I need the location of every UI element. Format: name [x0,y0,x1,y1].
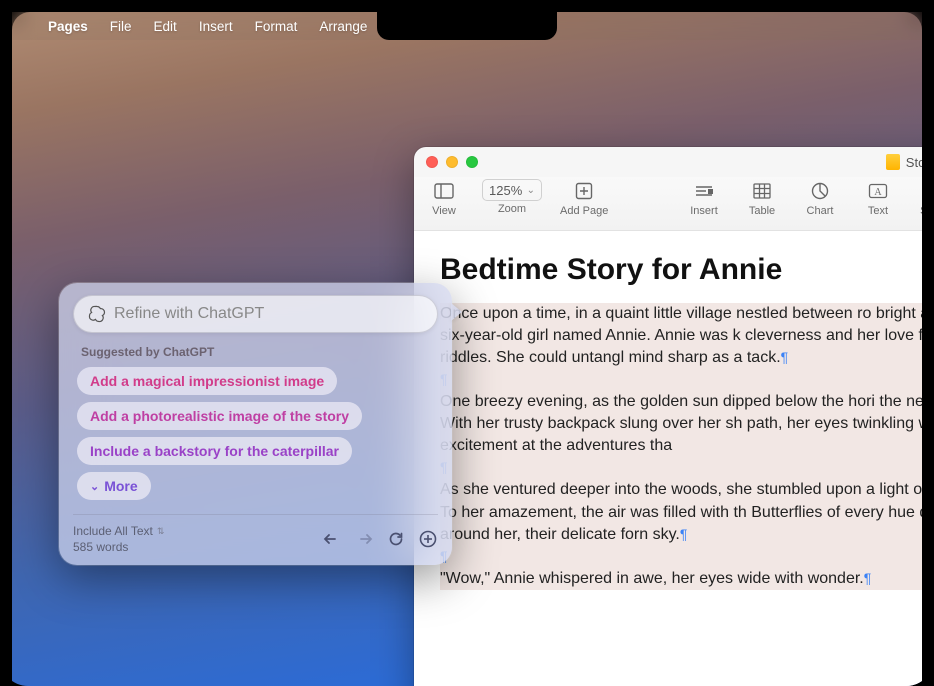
refresh-button[interactable] [386,531,406,547]
zoom-window-button[interactable] [466,156,478,168]
document-title: Bedtime Story for Annie [440,253,922,287]
toolbar: View 125% ⌄ Zoom Add Page [414,177,922,231]
traffic-lights [426,156,478,168]
chart-pie-icon [805,179,835,203]
undo-button[interactable] [322,532,342,546]
tool-text[interactable]: A Text [858,179,898,217]
tool-zoom[interactable]: 125% ⌄ Zoom [482,179,542,215]
include-scope-selector[interactable]: Include All Text ⇅ [73,523,164,539]
paragraph: As she ventured deeper into the woods, s… [440,479,922,545]
more-suggestions-button[interactable]: ⌄ More [77,472,151,500]
paragraph: One breezy evening, as the golden sun di… [440,391,922,457]
paragraph: Once upon a time, in a quaint little vil… [440,303,922,369]
empty-line: ¶ [440,546,922,568]
document-name[interactable]: Story [906,155,922,170]
suggested-label: Suggested by ChatGPT [81,345,438,359]
menu-file[interactable]: File [110,19,132,34]
menu-edit[interactable]: Edit [154,19,177,34]
refine-input-container[interactable] [73,295,438,333]
tool-insert[interactable]: Insert [684,179,724,217]
close-button[interactable] [426,156,438,168]
chevron-down-icon: ⌄ [527,185,535,196]
tool-add-page[interactable]: Add Page [560,179,608,217]
svg-text:A: A [874,187,882,198]
pilcrow-icon: ¶ [781,349,789,365]
insert-icon [689,179,719,203]
paragraph: "Wow," Annie whispered in awe, her eyes … [440,568,922,590]
tool-shape[interactable]: Shape [916,179,922,217]
minimize-button[interactable] [446,156,458,168]
table-icon [747,179,777,203]
pages-window: Story — Edited View 125% ⌄ Z [414,147,922,686]
empty-line: ¶ [440,369,922,391]
menu-format[interactable]: Format [255,19,298,34]
suggestion-chip[interactable]: Include a backstory for the caterpillar [77,437,352,465]
plus-square-icon [569,179,599,203]
suggestion-chip[interactable]: Add a photorealistic image of the story [77,402,362,430]
menu-arrange[interactable]: Arrange [319,19,367,34]
tool-table[interactable]: Table [742,179,782,217]
menu-insert[interactable]: Insert [199,19,233,34]
tool-view[interactable]: View [424,179,464,217]
empty-line: ¶ [440,457,922,479]
document-icon [886,154,900,170]
refine-input[interactable] [114,305,423,323]
add-button[interactable] [418,530,438,548]
menubar-app-name[interactable]: Pages [48,19,88,34]
notch [377,12,557,40]
tool-chart[interactable]: Chart [800,179,840,217]
document-body[interactable]: Bedtime Story for Annie Once upon a time… [414,231,922,686]
shape-icon [921,179,922,203]
chevron-down-icon: ⌄ [90,480,99,493]
sidebar-icon [429,179,459,203]
redo-button[interactable] [354,532,374,546]
chatgpt-refine-panel: Suggested by ChatGPT Add a magical impre… [59,283,452,565]
titlebar: Story — Edited [414,147,922,177]
updown-chevron-icon: ⇅ [157,525,165,537]
chatgpt-logo-icon [88,305,106,323]
word-count: 585 words [73,539,164,555]
text-box-icon: A [863,179,893,203]
suggestion-chip[interactable]: Add a magical impressionist image [77,367,337,395]
